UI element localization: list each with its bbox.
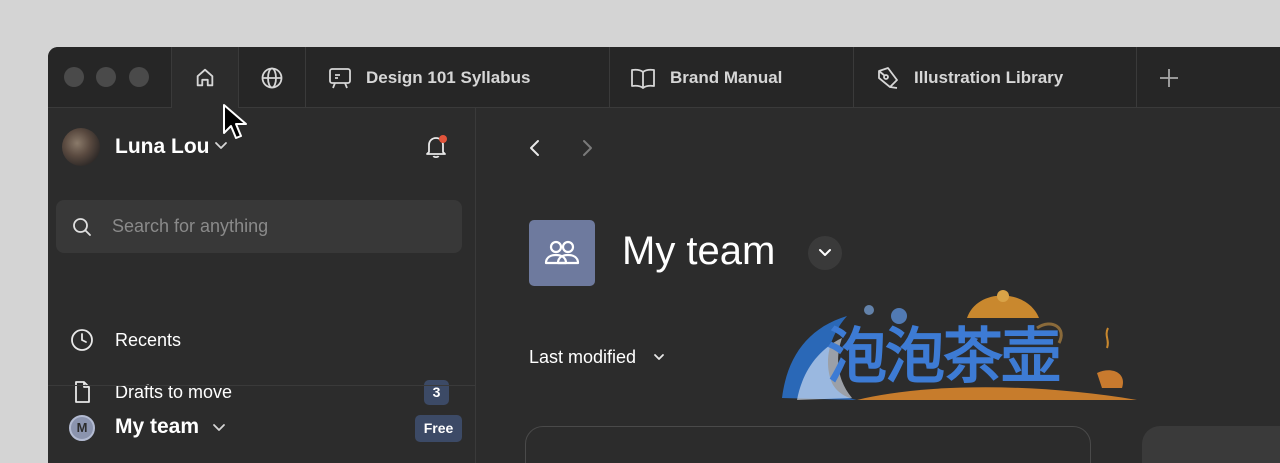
sidebar: Luna Lou Recents Drafts to move 3 M My t… — [48, 108, 476, 463]
notification-dot — [439, 135, 447, 143]
file-card[interactable] — [525, 426, 1091, 463]
tab-community[interactable] — [239, 47, 306, 108]
home-icon — [196, 68, 214, 86]
search-bar[interactable] — [56, 200, 462, 253]
tab-bar: Design 101 Syllabus Brand Manual Illustr… — [48, 47, 1280, 108]
globe-icon — [261, 67, 283, 88]
tab-brand-manual[interactable]: Brand Manual — [610, 47, 854, 108]
search-input[interactable] — [112, 200, 442, 253]
back-arrow-icon[interactable] — [528, 138, 542, 158]
team-icon — [529, 220, 595, 286]
page-title: My team — [622, 229, 776, 273]
chevron-down-icon[interactable] — [653, 353, 665, 361]
chevron-down-icon — [819, 249, 831, 256]
plus-icon — [1160, 68, 1178, 87]
sidebar-item-label: Recents — [115, 330, 182, 350]
maximize-window-button[interactable] — [129, 67, 149, 87]
tab-home[interactable] — [171, 47, 239, 108]
teapot-logo: 泡泡茶壶 — [777, 288, 1149, 408]
team-menu-button[interactable] — [808, 236, 842, 270]
forward-arrow-icon[interactable] — [580, 138, 594, 158]
pen-tool-icon — [878, 66, 898, 89]
main-content: My team Last modified 泡泡茶壶 — [477, 108, 1280, 463]
presentation-icon — [329, 67, 351, 88]
sidebar-item-recents[interactable]: Recents — [48, 318, 476, 362]
logo-text: 泡泡茶壶 — [827, 322, 1061, 392]
file-icon — [75, 381, 90, 403]
team-name[interactable]: My team — [115, 415, 199, 439]
drafts-count-badge: 3 — [424, 380, 449, 405]
file-card[interactable] — [1142, 426, 1280, 463]
users-icon — [544, 240, 580, 265]
book-icon — [631, 68, 655, 89]
clock-icon — [71, 329, 93, 351]
tab-label: Illustration Library — [914, 67, 1064, 87]
user-name[interactable]: Luna Lou — [115, 135, 209, 159]
mouse-cursor-icon — [223, 104, 247, 139]
tab-design-101-syllabus[interactable]: Design 101 Syllabus — [306, 47, 610, 108]
minimize-window-button[interactable] — [96, 67, 116, 87]
search-icon — [73, 218, 91, 236]
new-tab-button[interactable] — [1137, 47, 1201, 108]
tab-label: Brand Manual — [670, 67, 783, 87]
sidebar-divider — [48, 385, 476, 386]
plan-badge: Free — [415, 415, 462, 442]
tab-illustration-library[interactable]: Illustration Library — [854, 47, 1137, 108]
sort-dropdown[interactable]: Last modified — [529, 347, 636, 368]
user-avatar[interactable] — [62, 128, 100, 166]
chevron-down-icon[interactable] — [214, 141, 228, 151]
team-avatar[interactable]: M — [69, 415, 95, 441]
tab-label: Design 101 Syllabus — [366, 67, 531, 87]
close-window-button[interactable] — [64, 67, 84, 87]
sidebar-item-drafts[interactable]: Drafts to move 3 — [48, 370, 476, 414]
chevron-down-icon[interactable] — [212, 423, 226, 433]
